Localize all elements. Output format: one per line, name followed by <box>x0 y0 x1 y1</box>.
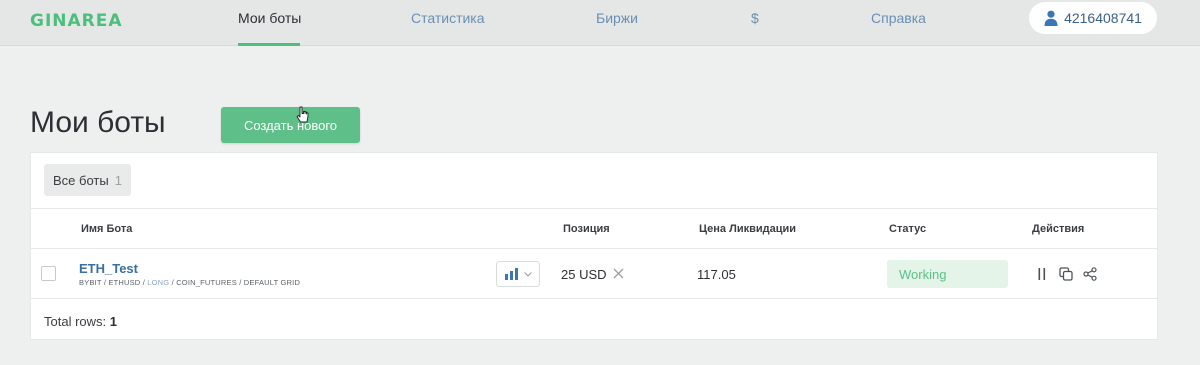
user-menu-button[interactable]: 4216408741 <box>1029 2 1157 34</box>
chart-dropdown-button[interactable] <box>496 261 540 287</box>
total-rows-count: 1 <box>109 314 117 329</box>
pause-icon[interactable] <box>1035 267 1049 281</box>
page-title: Мои боты <box>30 106 166 139</box>
nav-dollar[interactable]: $ <box>751 10 759 26</box>
nav-statistics[interactable]: Статистика <box>411 10 485 26</box>
liquidation-price: 117.05 <box>697 267 736 282</box>
column-header-name[interactable]: Имя Бота <box>81 223 132 235</box>
filter-bar: Все боты 1 <box>31 153 1157 209</box>
position-value: 25 USD <box>561 267 607 282</box>
column-header-status[interactable]: Статус <box>889 223 926 235</box>
table-header: Имя Бота Позиция Цена Ликвидации Статус … <box>31 209 1157 249</box>
table-footer: Total rows: 1 <box>44 314 117 329</box>
top-nav: GINAREA Мои боты Статистика Биржи $ Спра… <box>0 0 1200 46</box>
bot-meta: BYBIT / ETHUSD / LONG / COIN_FUTURES / D… <box>79 278 300 287</box>
nav-help[interactable]: Справка <box>871 10 926 26</box>
copy-icon[interactable] <box>1059 267 1073 281</box>
filter-chip-count: 1 <box>114 172 122 188</box>
create-bot-button[interactable]: Создать нового <box>221 107 360 143</box>
mouse-cursor-icon <box>296 106 309 123</box>
filter-all-bots[interactable]: Все боты 1 <box>44 164 131 196</box>
bot-meta-prefix: BYBIT / ETHUSD / <box>79 278 148 287</box>
share-icon[interactable] <box>1083 267 1097 281</box>
user-icon <box>1044 10 1058 26</box>
row-select-checkbox[interactable] <box>41 266 56 281</box>
bot-meta-suffix: / COIN_FUTURES / DEFAULT GRID <box>169 278 301 287</box>
nav-exchanges[interactable]: Биржи <box>596 10 638 26</box>
total-rows-label: Total rows: <box>44 314 107 329</box>
bots-table-card: Все боты 1 Имя Бота Позиция Цена Ликвида… <box>30 152 1158 340</box>
close-position-icon[interactable] <box>613 268 624 279</box>
bar-chart-icon <box>504 268 518 280</box>
table-row: ETH_Test BYBIT / ETHUSD / LONG / COIN_FU… <box>31 249 1157 299</box>
status-badge: Working <box>887 260 1008 288</box>
filter-chip-label: Все боты <box>53 172 109 188</box>
bot-side: LONG <box>147 278 170 287</box>
column-header-position[interactable]: Позиция <box>563 223 610 235</box>
logo[interactable]: GINAREA <box>30 11 123 31</box>
nav-my-bots[interactable]: Мои боты <box>238 10 301 26</box>
active-tab-indicator <box>238 43 300 46</box>
user-id: 4216408741 <box>1064 10 1142 26</box>
column-header-actions: Действия <box>1032 223 1085 235</box>
bot-name-link[interactable]: ETH_Test <box>79 261 138 276</box>
column-header-liquidation[interactable]: Цена Ликвидации <box>699 223 796 235</box>
chevron-down-icon <box>523 271 532 277</box>
